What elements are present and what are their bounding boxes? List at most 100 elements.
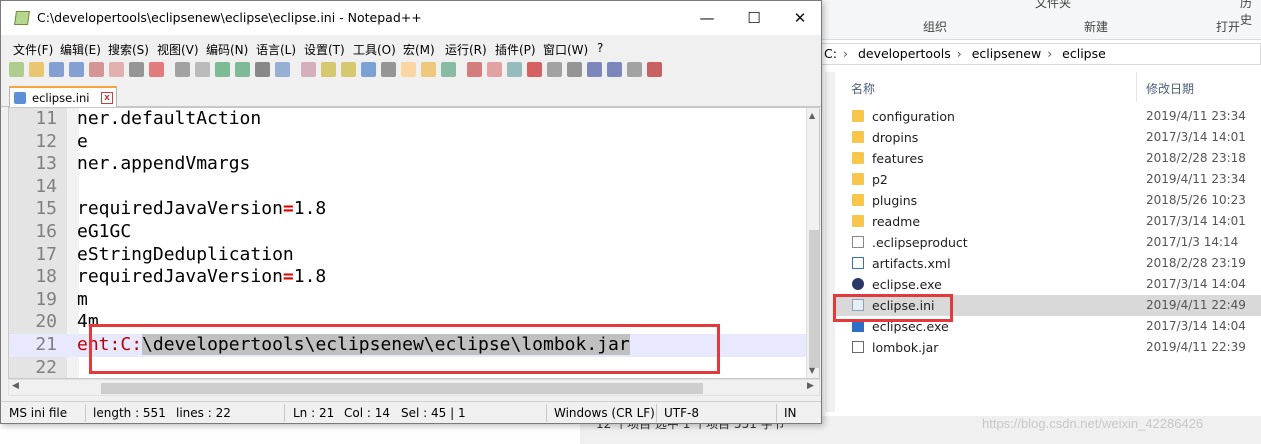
line-text: eG1GC — [77, 221, 132, 242]
toolbar-button-icon[interactable] — [255, 62, 270, 77]
toolbar-button-icon[interactable] — [401, 62, 416, 77]
vertical-scrollbar[interactable]: ▲ ▼ — [806, 108, 819, 378]
code-line[interactable]: 11 ner.defaultAction — [9, 108, 807, 131]
minimize-button[interactable]: — — [687, 5, 727, 31]
column-divider[interactable] — [1136, 72, 1137, 102]
toolbar-button-icon[interactable] — [321, 62, 336, 77]
vertical-scroll-thumb[interactable] — [809, 230, 819, 368]
menu-search[interactable]: 搜索(S) — [108, 41, 149, 58]
toolbar-button-icon[interactable] — [587, 62, 602, 77]
file-row[interactable]: lombok.jar 2019/4/11 22:39 — [835, 337, 1261, 358]
toolbar-button-icon[interactable] — [9, 62, 24, 77]
ini-equals: = — [282, 198, 294, 220]
horizontal-scrollbar[interactable]: ◀ ▶ — [8, 379, 820, 396]
toolbar-button-icon[interactable] — [175, 62, 190, 77]
toolbar-button-icon[interactable] — [235, 62, 250, 77]
column-header-date[interactable]: 修改日期 — [1146, 80, 1194, 97]
toolbar-button-icon[interactable] — [507, 62, 522, 77]
ini-value: 1.8 — [293, 266, 327, 288]
title-bar[interactable]: C:\developertools\eclipsenew\eclipse\ecl… — [1, 1, 821, 35]
toolbar-button-icon[interactable] — [149, 62, 164, 77]
toolbar-button-icon[interactable] — [381, 62, 396, 77]
toolbar-button-icon[interactable] — [89, 62, 104, 77]
menu-view[interactable]: 视图(V) — [157, 41, 199, 58]
menu-run[interactable]: 运行(R) — [445, 41, 487, 58]
menu-language[interactable]: 语言(L) — [256, 41, 296, 58]
toolbar-button-icon[interactable] — [69, 62, 84, 77]
scroll-left-icon[interactable]: ◀ — [12, 381, 19, 391]
ini-key: requiredJavaVersion — [77, 198, 283, 220]
menu-settings[interactable]: 设置(T) — [304, 41, 345, 58]
toolbar-button-icon[interactable] — [421, 62, 436, 77]
menu-tools[interactable]: 工具(O) — [353, 41, 396, 58]
toolbar-button-icon[interactable] — [215, 62, 230, 77]
status-lines: lines : 22 — [176, 406, 231, 420]
toolbar-button-icon[interactable] — [467, 62, 482, 77]
toolbar-button-icon[interactable] — [301, 62, 316, 77]
toolbar-button-icon[interactable] — [341, 62, 356, 77]
line-number: 11 — [35, 108, 57, 129]
code-line[interactable]: 17 eStringDeduplication — [9, 244, 807, 267]
toolbar-button-icon[interactable] — [195, 62, 210, 77]
breadcrumb-item[interactable]: developertools — [858, 46, 951, 61]
file-row[interactable]: features 2018/2/28 23:18 — [835, 148, 1261, 169]
toolbar-button-icon[interactable] — [627, 62, 642, 77]
file-row[interactable]: dropins 2017/3/14 14:01 — [835, 127, 1261, 148]
file-name: eclipse.exe — [872, 277, 942, 292]
menu-plugins[interactable]: 插件(P) — [495, 41, 536, 58]
scroll-up-icon[interactable]: ▲ — [809, 111, 815, 120]
close-button[interactable]: ✕ — [780, 5, 820, 31]
file-row[interactable]: artifacts.xml 2018/2/28 23:19 — [835, 253, 1261, 274]
maximize-button[interactable]: ☐ — [734, 5, 774, 31]
tab-close-icon[interactable]: x — [101, 92, 113, 104]
file-row[interactable]: configuration 2019/4/11 23:34 — [835, 106, 1261, 127]
column-header-name[interactable]: 名称 — [851, 80, 875, 97]
ribbon-top-item[interactable]: 文件夹 — [1035, 0, 1071, 11]
file-name: p2 — [872, 172, 888, 187]
code-line[interactable]: 15 requiredJavaVersion=1.8 — [9, 198, 807, 221]
status-divider — [656, 404, 657, 422]
toolbar-button-icon[interactable] — [527, 62, 542, 77]
code-line[interactable]: 12 e — [9, 131, 807, 154]
toolbar-button-icon[interactable] — [129, 62, 144, 77]
toolbar-button-icon[interactable] — [547, 62, 562, 77]
tab-eclipse-ini[interactable]: eclipse.ini x — [9, 86, 117, 107]
toolbar-button-icon[interactable] — [607, 62, 622, 77]
menu-help[interactable]: ? — [597, 41, 603, 55]
menu-macro[interactable]: 宏(M) — [403, 41, 435, 58]
line-number: 19 — [35, 288, 57, 310]
toolbar-button-icon[interactable] — [361, 62, 376, 77]
file-row[interactable]: readme 2017/3/14 14:01 — [835, 211, 1261, 232]
menu-edit[interactable]: 编辑(E) — [60, 41, 101, 58]
horizontal-scroll-thumb[interactable] — [101, 383, 703, 394]
code-line[interactable]: 16 eG1GC — [9, 221, 807, 244]
toolbar-button-icon[interactable] — [487, 62, 502, 77]
toolbar-button-icon[interactable] — [109, 62, 124, 77]
breadcrumb-item[interactable]: C: — [824, 46, 837, 61]
menu-encoding[interactable]: 编码(N) — [206, 41, 248, 58]
breadcrumb-item[interactable]: eclipsenew — [972, 46, 1041, 61]
toolbar-button-icon[interactable] — [29, 62, 44, 77]
code-line[interactable]: 14 — [9, 176, 807, 199]
status-divider — [776, 404, 777, 422]
toolbar-button-icon[interactable] — [49, 62, 64, 77]
scroll-right-icon[interactable]: ▶ — [807, 381, 814, 391]
saved-file-icon — [14, 92, 26, 104]
breadcrumb-item[interactable]: eclipse — [1062, 46, 1106, 61]
nav-pane-scrollbar[interactable] — [825, 72, 835, 412]
code-line[interactable]: 13 ner.appendVmargs — [9, 153, 807, 176]
scroll-down-icon[interactable]: ▼ — [809, 366, 815, 375]
menu-window[interactable]: 窗口(W) — [543, 41, 588, 58]
toolbar-button-icon[interactable] — [275, 62, 290, 77]
file-row[interactable]: .eclipseproduct 2017/1/3 14:14 — [835, 232, 1261, 253]
ribbon-top-item[interactable]: 历史 — [1240, 0, 1261, 28]
toolbar-button-icon[interactable] — [441, 62, 456, 77]
menu-file[interactable]: 文件(F) — [13, 41, 53, 58]
code-line[interactable]: 18 requiredJavaVersion=1.8 — [9, 266, 807, 289]
file-row[interactable]: eclipse.exe 2017/3/14 14:04 — [835, 274, 1261, 295]
code-line[interactable]: 19 m — [9, 289, 807, 312]
toolbar-button-icon[interactable] — [567, 62, 582, 77]
file-row[interactable]: plugins 2018/5/26 10:23 — [835, 190, 1261, 211]
toolbar-button-icon[interactable] — [647, 62, 662, 77]
file-row[interactable]: p2 2019/4/11 23:34 — [835, 169, 1261, 190]
